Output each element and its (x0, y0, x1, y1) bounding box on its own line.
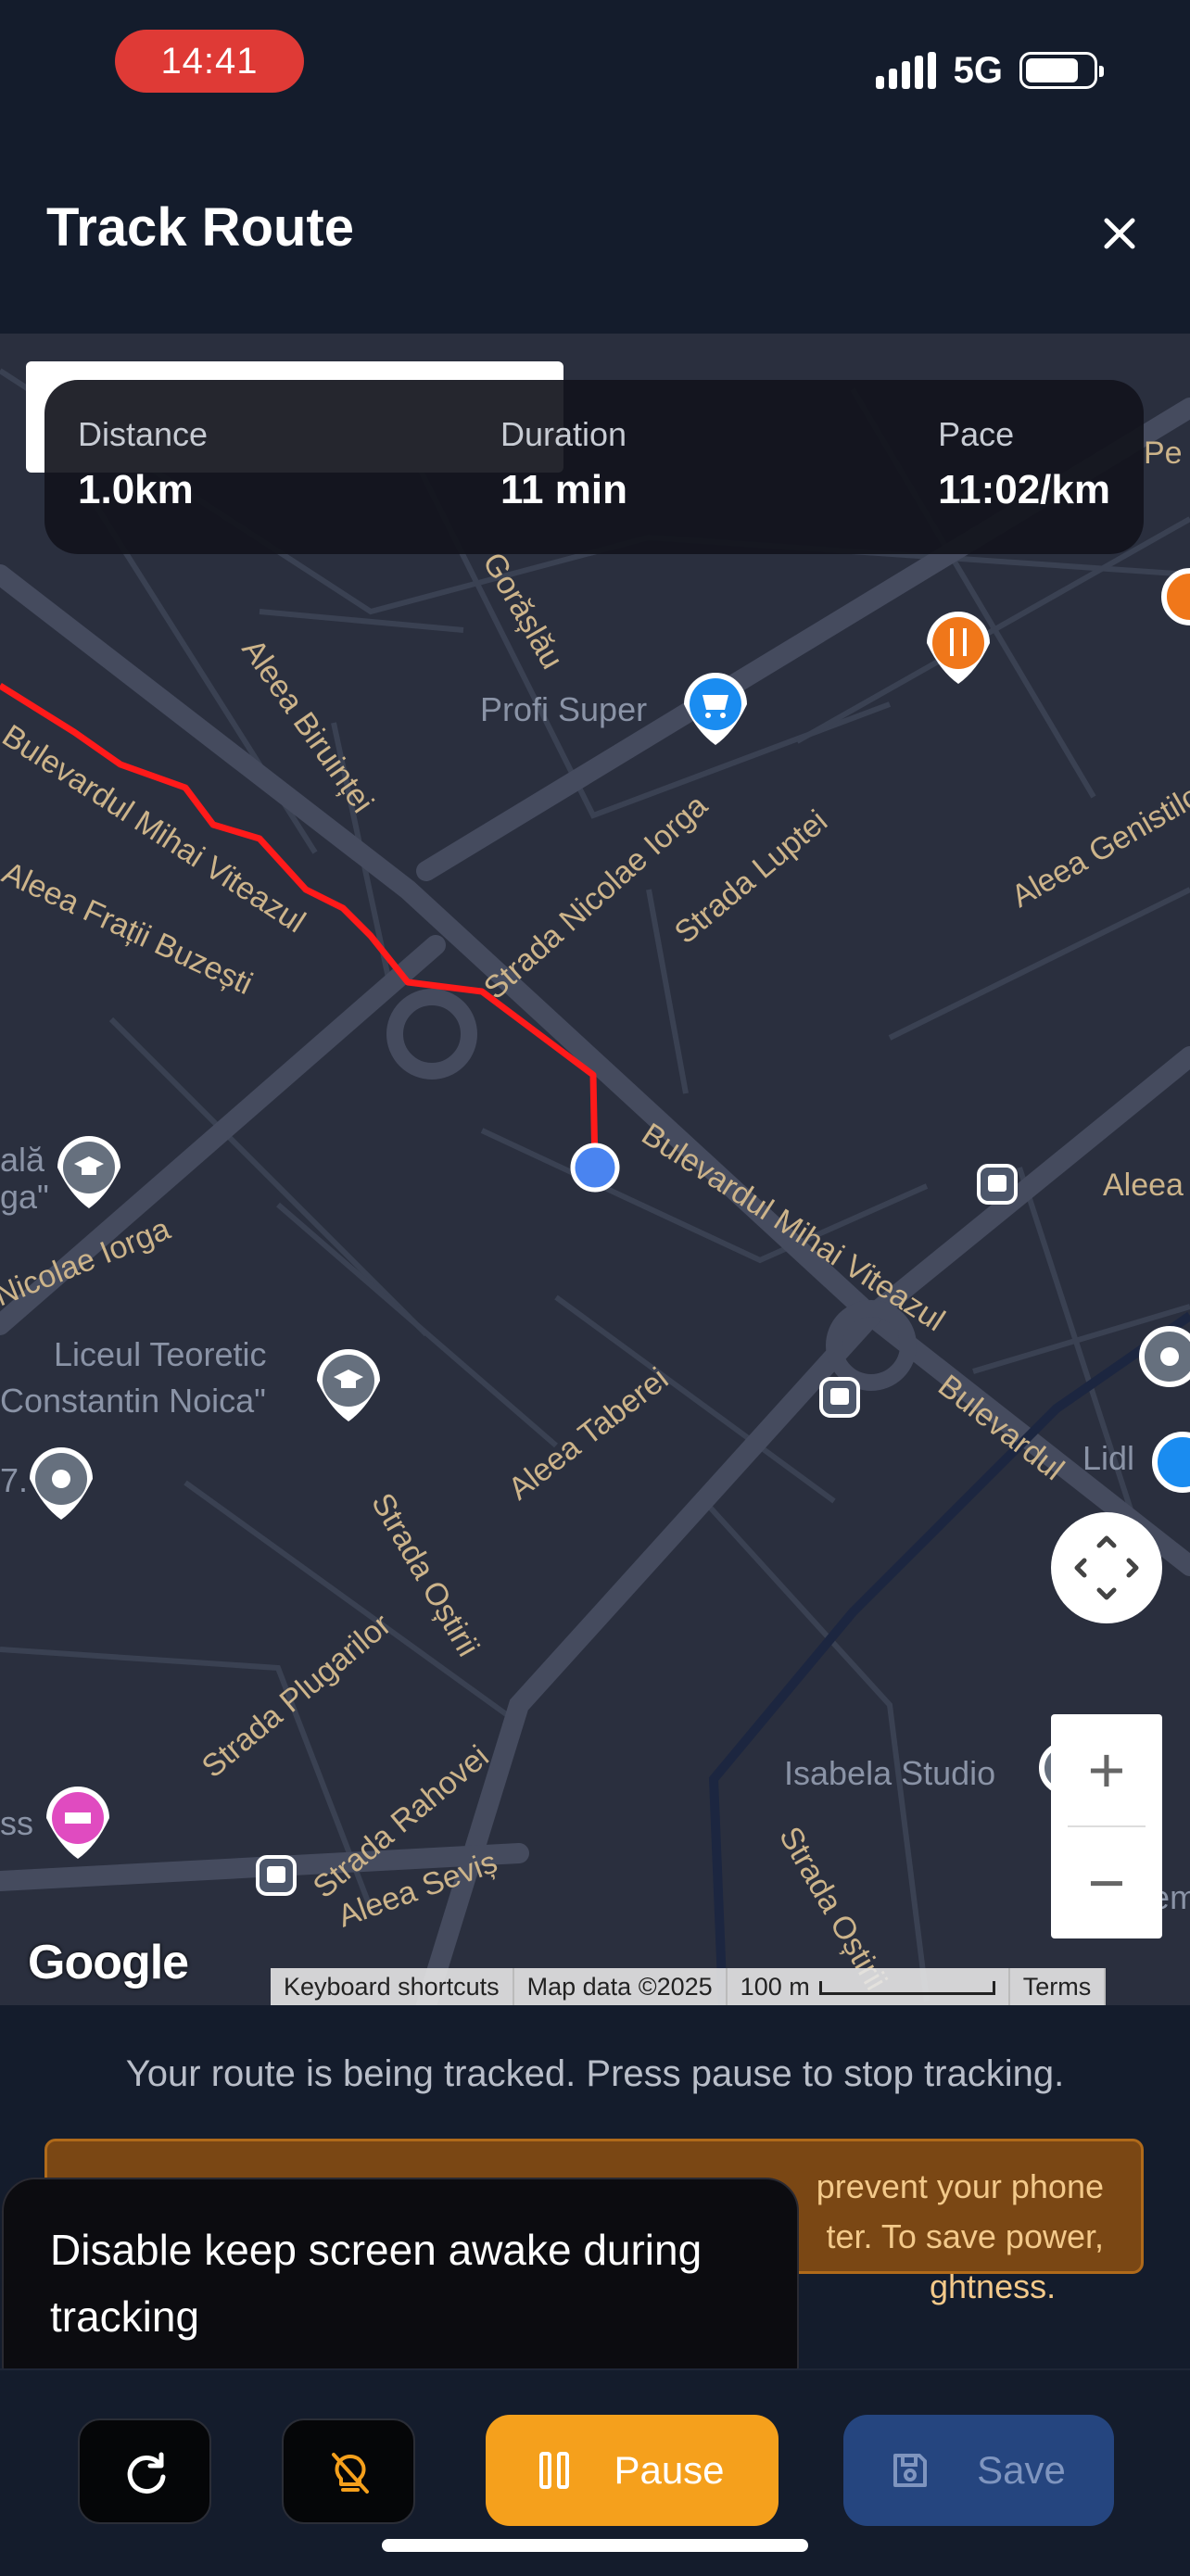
zoom-in-button[interactable]: + (1051, 1714, 1162, 1825)
map-view[interactable]: Bulevardul Mihai Viteazul Bulevardul Mih… (0, 334, 1190, 2005)
google-logo: Google (28, 1936, 189, 1989)
pause-button[interactable]: Pause (486, 2415, 779, 2526)
recenter-button[interactable] (1051, 1512, 1162, 1623)
page-title: Track Route (46, 197, 354, 258)
place-label: ga" (0, 1178, 49, 1216)
bus-stop-icon (256, 1855, 297, 1896)
place-label: Liceul Teoretic (54, 1335, 266, 1373)
map-canvas[interactable]: Bulevardul Mihai Viteazul Bulevardul Mih… (0, 334, 1190, 2005)
current-location-dot (570, 1143, 620, 1193)
status-time: 14:41 (115, 30, 304, 93)
pause-icon (539, 2452, 570, 2489)
close-button[interactable] (1086, 200, 1153, 267)
tracking-status-message: Your route is being tracked. Press pause… (125, 2053, 1065, 2094)
map-attribution: Keyboard shortcuts Map data ©2025 100 m … (271, 1968, 1107, 2005)
action-bar: Pause Save (0, 2368, 1190, 2576)
stat-pace: Pace 11:02/km (938, 415, 1110, 513)
status-bar: 14:41 5G (0, 0, 1190, 130)
stat-label: Distance (78, 415, 209, 453)
place-label: Constantin Noica" (0, 1382, 266, 1420)
stat-label: Duration (500, 415, 627, 453)
stat-duration: Duration 11 min (500, 415, 627, 513)
stat-distance: Distance 1.0km (78, 415, 208, 513)
status-indicators: 5G (875, 44, 1104, 96)
place-label: Isabela Studio (784, 1754, 995, 1792)
scale-bar (818, 1981, 995, 1996)
reset-button[interactable] (78, 2418, 211, 2524)
scale-label: 100 m (740, 1973, 810, 2001)
recenter-icon (1074, 1535, 1139, 1600)
stat-value: 1.0km (78, 467, 194, 512)
shopping-cart-icon (1152, 1432, 1190, 1493)
refresh-icon (127, 2452, 166, 2494)
stat-value: 11 min (500, 467, 627, 512)
place-label: Profi Super (480, 690, 647, 728)
stat-value: 11:02/km (938, 467, 1110, 512)
place-label: ss (0, 1804, 33, 1842)
zoom-out-button[interactable]: − (1051, 1827, 1162, 1938)
place-pin-icon (1139, 1326, 1190, 1387)
save-button[interactable]: Save (843, 2415, 1114, 2526)
battery-icon (1019, 52, 1104, 89)
map-data-label: Map data ©2025 (514, 1968, 728, 2005)
bus-stop-icon (977, 1164, 1018, 1205)
zoom-control: + − (1051, 1714, 1162, 1938)
toast-message: Disable keep screen awake during trackin… (2, 2178, 799, 2400)
save-icon (893, 2454, 928, 2487)
terms-link[interactable]: Terms (1010, 1968, 1107, 2005)
save-label: Save (977, 2448, 1066, 2492)
tracking-stats-card: Distance 1.0km Duration 11 min Pace 11:0… (44, 380, 1144, 554)
keyboard-shortcuts-link[interactable]: Keyboard shortcuts (271, 1968, 514, 2005)
place-label: 7. (0, 1461, 28, 1499)
scale-indicator: 100 m (728, 1968, 1010, 2005)
close-icon (1104, 218, 1135, 249)
pause-label: Pause (614, 2448, 725, 2492)
keep-awake-toggle[interactable] (282, 2418, 415, 2524)
street-label: Aleea (1103, 1168, 1184, 1203)
signal-icon (875, 52, 937, 89)
restaurant-icon (1161, 568, 1190, 625)
header: Track Route (0, 130, 1190, 334)
home-indicator[interactable] (382, 2539, 808, 2552)
place-label: Lidl (1082, 1439, 1134, 1477)
lightbulb-off-icon (332, 2453, 369, 2494)
stat-label: Pace (938, 415, 1015, 453)
place-label: ală (0, 1141, 45, 1179)
street-label: Pe (1144, 436, 1183, 471)
network-label: 5G (953, 49, 1003, 91)
bus-stop-icon (819, 1377, 860, 1418)
